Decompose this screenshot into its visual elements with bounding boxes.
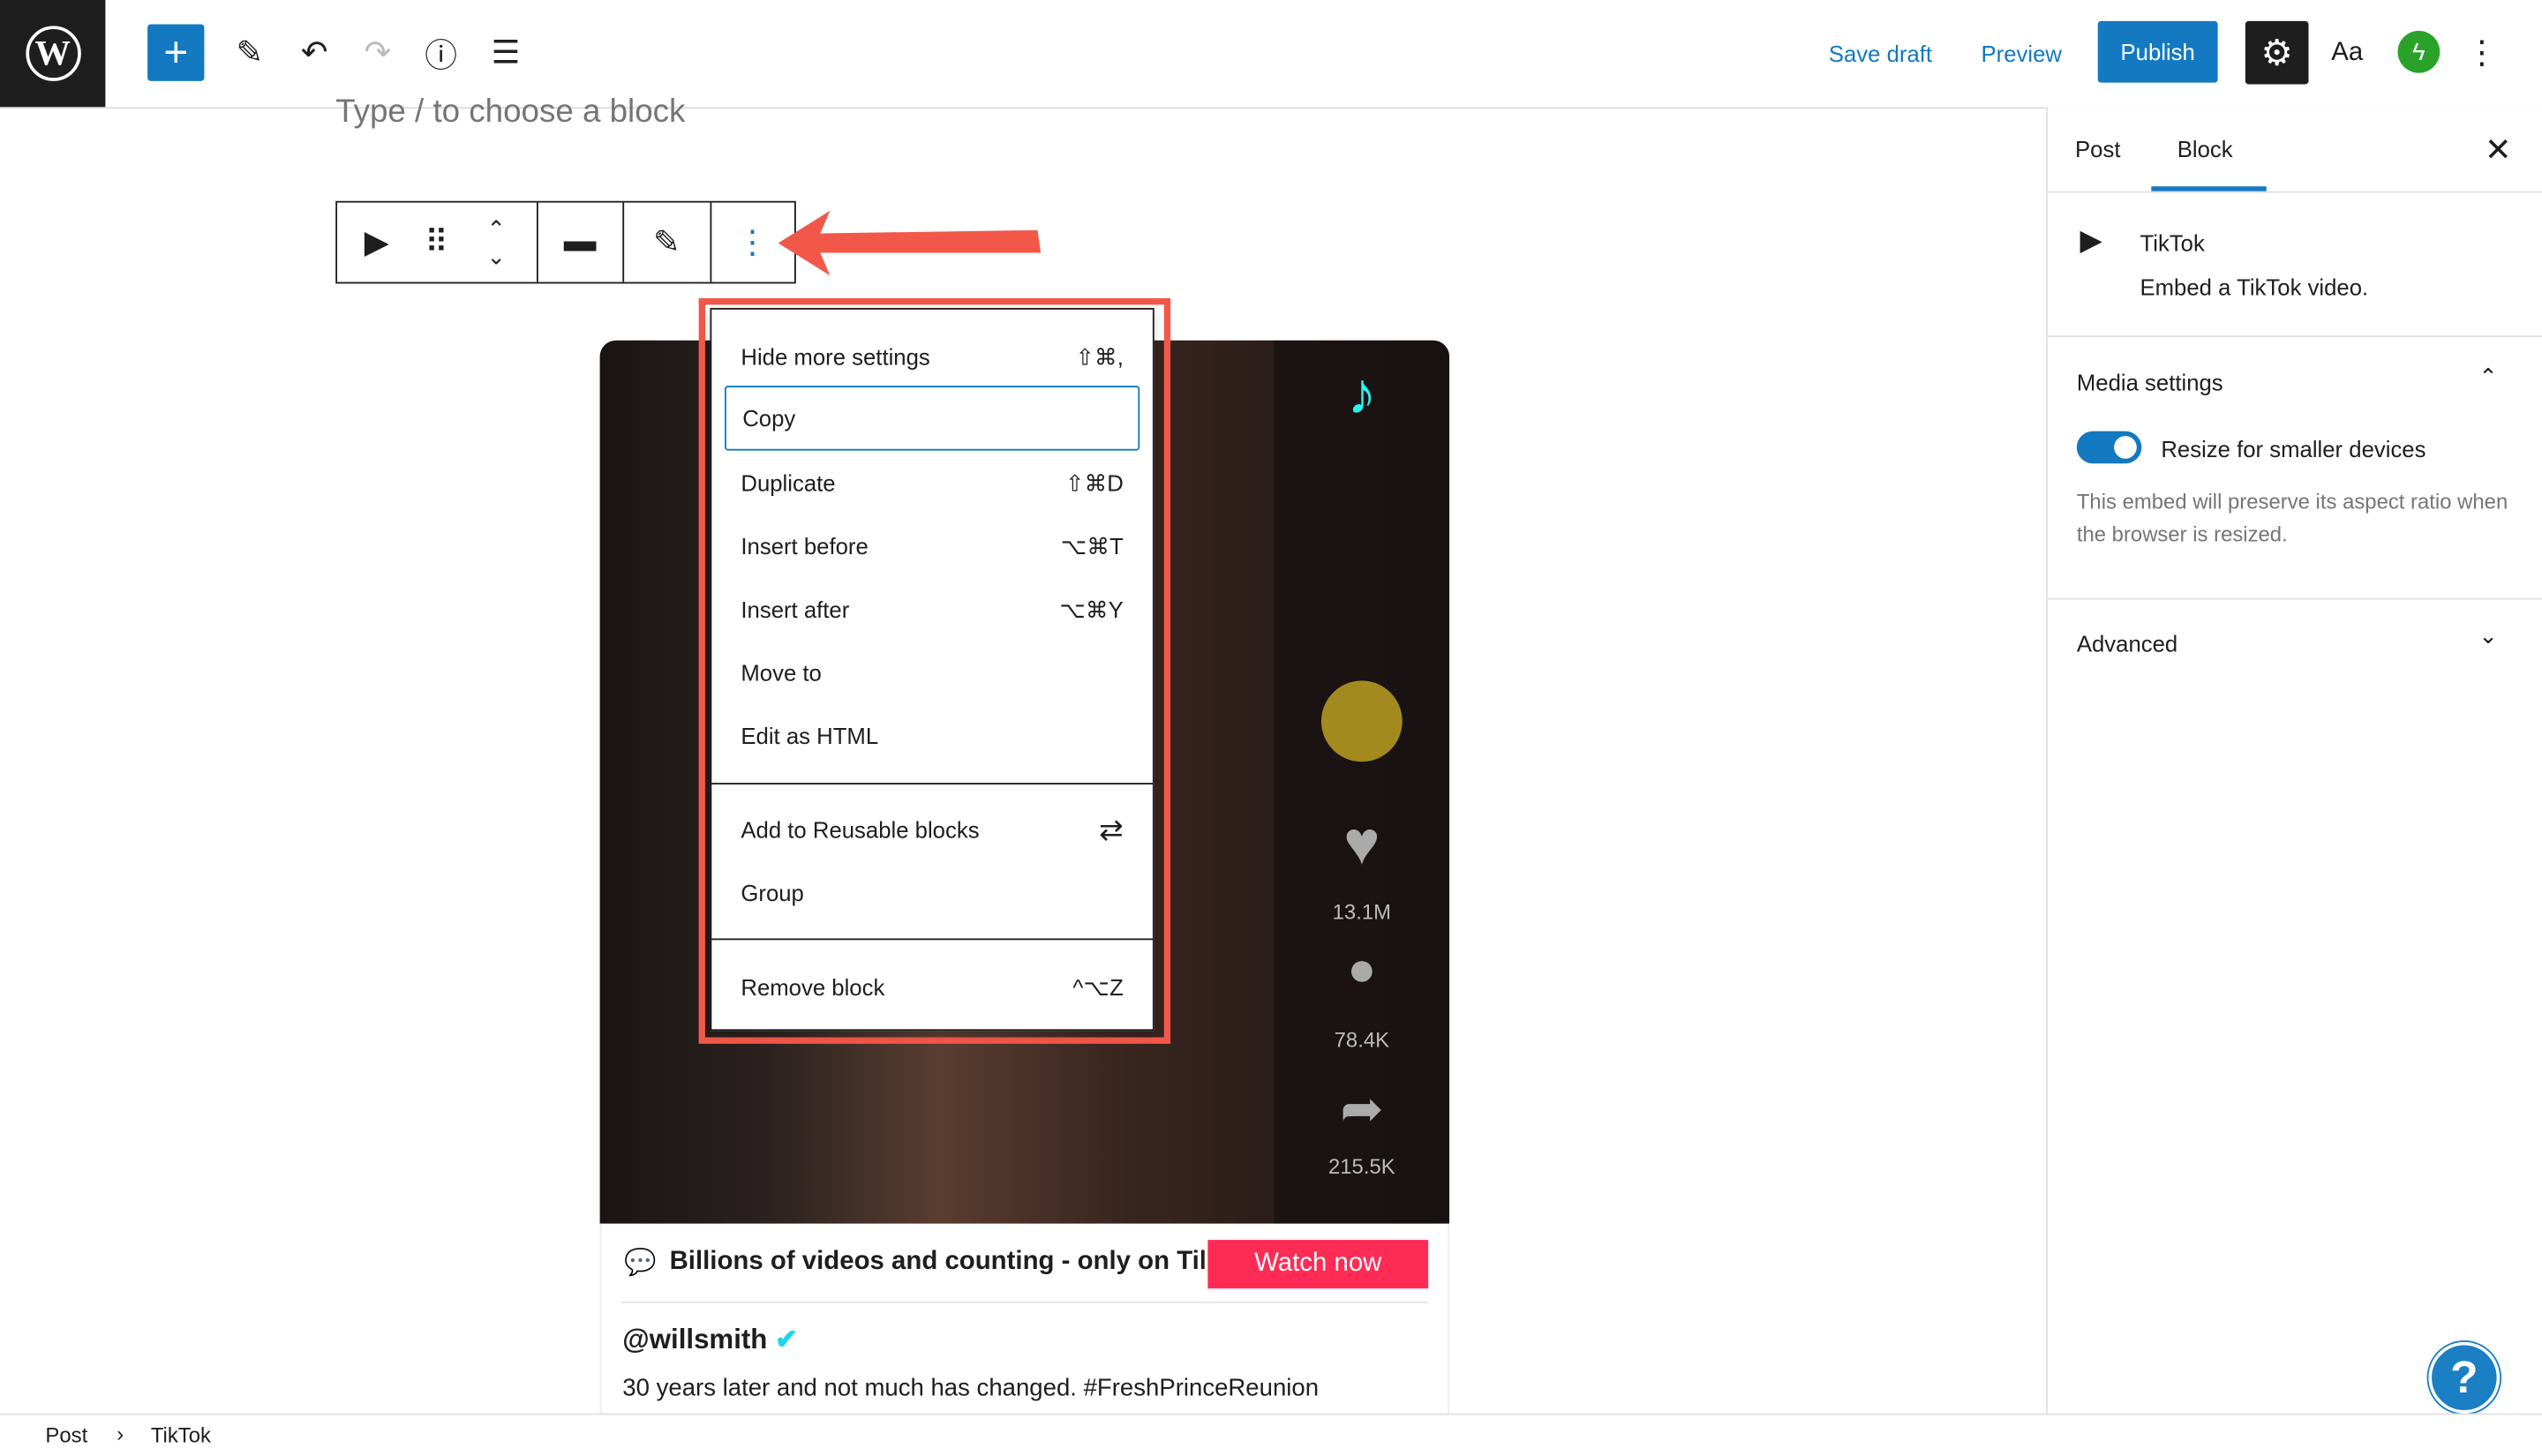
menu-item-hide-more-settings[interactable]: Hide more settings ⇧⌘, xyxy=(725,324,1139,388)
tiktok-embed-info: 💬 Billions of videos and counting - only… xyxy=(599,1223,1450,1415)
top-toolbar: W + ✎ ↶ ↷ ⓘ ☰ Save draft Preview Publish… xyxy=(0,0,2542,109)
media-settings-toggle[interactable]: Media settings xyxy=(2077,370,2223,395)
menu-item-group[interactable]: Group xyxy=(725,860,1139,925)
list-view-icon[interactable]: ☰ xyxy=(480,26,532,78)
verified-icon: ✔ xyxy=(775,1324,799,1355)
align-icon[interactable]: ▬ xyxy=(554,216,606,268)
tiktok-block-icon: ▶ xyxy=(2079,223,2102,257)
edit-tool-icon[interactable]: ✎ xyxy=(223,26,275,78)
save-draft-button[interactable]: Save draft xyxy=(1829,41,1932,66)
reusable-icon: ⇄ xyxy=(1099,813,1124,845)
drag-handle-icon[interactable]: ⠿ xyxy=(410,216,463,268)
breadcrumb-post[interactable]: Post xyxy=(45,1423,87,1448)
info-icon[interactable]: ⓘ xyxy=(415,26,467,78)
styles-button[interactable]: Aa xyxy=(2331,39,2363,68)
video-actions: ♪ ♥ 13.1M ● 78.4K ➦ 215.5K xyxy=(1274,340,1450,1224)
block-toolbar: ▶ ⠿ ⌃ ⌄ ▬ ✎ ⋮ xyxy=(335,200,796,284)
block-placeholder[interactable]: Type / to choose a block xyxy=(335,94,685,131)
menu-item-move-to[interactable]: Move to xyxy=(725,641,1139,705)
more-options-icon[interactable]: ⋮ xyxy=(726,216,778,268)
menu-item-remove-block[interactable]: Remove block ^⌥Z xyxy=(725,955,1139,1019)
breadcrumb-tiktok[interactable]: TikTok xyxy=(151,1423,211,1448)
menu-item-copy[interactable]: Copy xyxy=(725,386,1140,451)
heart-icon[interactable]: ♥ xyxy=(1275,810,1449,880)
wordpress-logo[interactable]: W xyxy=(0,0,106,108)
options-menu-icon[interactable]: ⋮ xyxy=(2456,26,2508,78)
resize-toggle[interactable] xyxy=(2076,431,2142,464)
chat-icon: 💬 xyxy=(624,1250,657,1278)
chevron-right-icon: › xyxy=(117,1421,124,1446)
redo-icon[interactable]: ↷ xyxy=(352,26,404,78)
username-link[interactable]: @willsmith ✔ xyxy=(622,1325,798,1357)
promo-banner: Billions of videos and counting - only o… xyxy=(669,1248,1205,1276)
avatar[interactable] xyxy=(1275,680,1449,766)
share-icon[interactable]: ➦ xyxy=(1275,1077,1449,1139)
breadcrumb: Post › TikTok xyxy=(0,1413,2542,1456)
likes-count: 13.1M xyxy=(1332,899,1392,924)
preview-button[interactable]: Preview xyxy=(1981,41,2061,66)
menu-item-insert-before[interactable]: Insert before ⌥⌘T xyxy=(725,514,1139,578)
close-icon[interactable]: ✕ xyxy=(2472,124,2524,176)
advanced-toggle[interactable]: Advanced xyxy=(2077,630,2177,656)
toggle-help: This embed will preserve its aspect rati… xyxy=(2076,489,2508,546)
jetpack-icon[interactable]: ϟ xyxy=(2397,30,2440,73)
edit-url-icon[interactable]: ✎ xyxy=(641,216,693,268)
settings-sidebar: Post Block ✕ ▶ TikTok Embed a TikTok vid… xyxy=(2045,107,2542,1414)
block-options-menu: Hide more settings ⇧⌘, Copy Duplicate ⇧⌘D … xyxy=(710,307,1154,1032)
undo-icon[interactable]: ↶ xyxy=(289,26,341,78)
menu-item-insert-after[interactable]: Insert after ⌥⌘Y xyxy=(725,577,1139,642)
add-block-button[interactable]: + xyxy=(147,24,205,81)
chevron-down-icon[interactable]: ⌄ xyxy=(2478,622,2498,649)
move-up-down-icon[interactable]: ⌃ ⌄ xyxy=(470,214,523,268)
menu-item-add-reusable[interactable]: Add to Reusable blocks ⇄ xyxy=(725,798,1139,862)
chevron-up-icon[interactable]: ⌃ xyxy=(2478,363,2498,390)
watch-now-button[interactable]: Watch now xyxy=(1207,1240,1429,1289)
comments-count: 78.4K xyxy=(1334,1027,1390,1053)
block-name: TikTok xyxy=(2140,229,2205,257)
tiktok-logo-icon: ♪ xyxy=(1347,359,1377,427)
annotation-arrow-icon xyxy=(778,210,1042,276)
shares-count: 215.5K xyxy=(1327,1153,1395,1179)
block-description: Embed a TikTok video. xyxy=(2140,274,2369,300)
help-button[interactable]: ? xyxy=(2428,1341,2501,1414)
wordpress-icon: W xyxy=(25,26,80,81)
menu-item-duplicate[interactable]: Duplicate ⇧⌘D xyxy=(725,451,1139,515)
menu-item-edit-as-html[interactable]: Edit as HTML xyxy=(725,703,1139,768)
tiktok-block-icon[interactable]: ▶ xyxy=(351,216,403,268)
toggle-label: Resize for smaller devices xyxy=(2161,436,2426,462)
settings-gear-icon[interactable]: ⚙ xyxy=(2245,20,2309,85)
comment-icon[interactable]: ● xyxy=(1275,943,1449,998)
tab-post[interactable]: Post xyxy=(2075,136,2120,161)
tab-block[interactable]: Block xyxy=(2177,136,2233,161)
video-caption: 30 years later and not much has changed.… xyxy=(622,1374,1320,1402)
publish-button[interactable]: Publish xyxy=(2097,20,2218,83)
